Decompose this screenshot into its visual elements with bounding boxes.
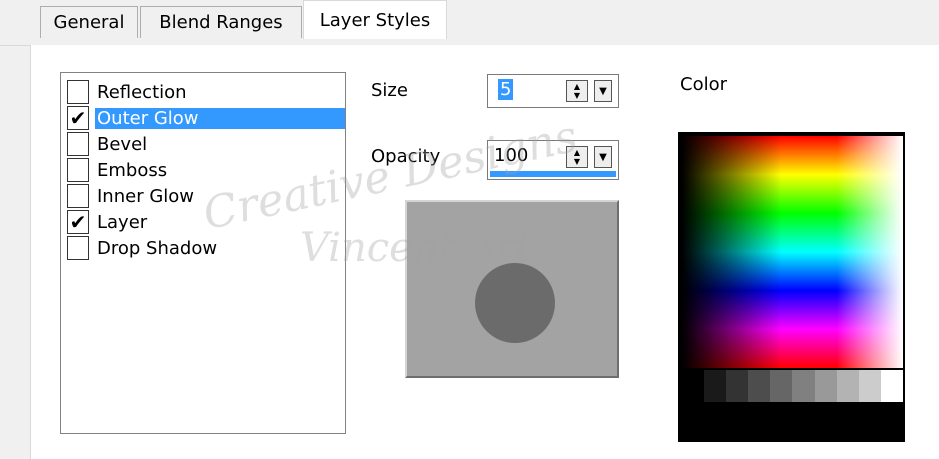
style-preview: [405, 200, 619, 378]
dropdown-arrow-icon[interactable]: ▼: [594, 80, 612, 102]
checkbox[interactable]: [67, 184, 89, 208]
spin-arrows-icon[interactable]: ▲ ▼: [566, 146, 588, 168]
size-value[interactable]: 5: [498, 79, 514, 100]
checkbox[interactable]: [67, 158, 89, 182]
opacity-value[interactable]: 100: [494, 145, 528, 166]
tab-layer-styles[interactable]: Layer Styles: [303, 0, 447, 39]
list-item-label: Emboss: [97, 159, 168, 181]
layer-styles-list[interactable]: Reflection ✔ Outer Glow Bevel Emboss Inn…: [60, 72, 346, 434]
opacity-label: Opacity: [371, 146, 441, 167]
tab-blend-ranges[interactable]: Blend Ranges: [140, 6, 302, 38]
tab-label: General: [53, 12, 125, 33]
checkbox[interactable]: [67, 80, 89, 104]
checkbox[interactable]: [67, 132, 89, 156]
list-item-label: Inner Glow: [97, 185, 195, 207]
list-item-label: Outer Glow: [95, 107, 345, 129]
list-item-label: Reflection: [97, 81, 187, 103]
preview-shape: [475, 263, 555, 343]
color-picker[interactable]: [678, 132, 905, 442]
dropdown-arrow-icon[interactable]: ▼: [594, 146, 612, 168]
size-label: Size: [371, 80, 408, 101]
checkbox[interactable]: [67, 236, 89, 260]
list-item-layer[interactable]: ✔ Layer: [67, 209, 149, 235]
size-spinner[interactable]: 5 ▲ ▼ ▼: [487, 74, 619, 108]
spin-arrows-icon[interactable]: ▲ ▼: [566, 80, 588, 102]
checkmark-icon: ✔: [69, 210, 87, 234]
list-item-label: Layer: [97, 211, 148, 233]
color-label: Color: [680, 74, 727, 95]
checkbox[interactable]: ✔: [67, 106, 89, 130]
opacity-spinner[interactable]: 100 ▲ ▼ ▼: [487, 140, 619, 180]
tab-label: Blend Ranges: [159, 12, 283, 33]
checkbox[interactable]: ✔: [67, 210, 89, 234]
tab-label: Layer Styles: [319, 9, 431, 31]
list-item-drop-shadow[interactable]: Drop Shadow: [67, 235, 219, 261]
opacity-slider-bar[interactable]: [490, 171, 616, 177]
grayscale-swatches[interactable]: [682, 370, 903, 402]
list-item-label: Bevel: [97, 133, 148, 155]
list-item-label: Drop Shadow: [97, 237, 218, 259]
list-item-reflection[interactable]: Reflection: [67, 79, 189, 105]
tab-general[interactable]: General: [40, 6, 138, 38]
list-item-inner-glow[interactable]: Inner Glow: [67, 183, 196, 209]
list-item-bevel[interactable]: Bevel: [67, 131, 149, 157]
checkmark-icon: ✔: [69, 106, 87, 130]
color-spectrum[interactable]: [682, 136, 903, 368]
list-item-emboss[interactable]: Emboss: [67, 157, 169, 183]
list-item-outer-glow[interactable]: ✔ Outer Glow: [67, 105, 345, 131]
